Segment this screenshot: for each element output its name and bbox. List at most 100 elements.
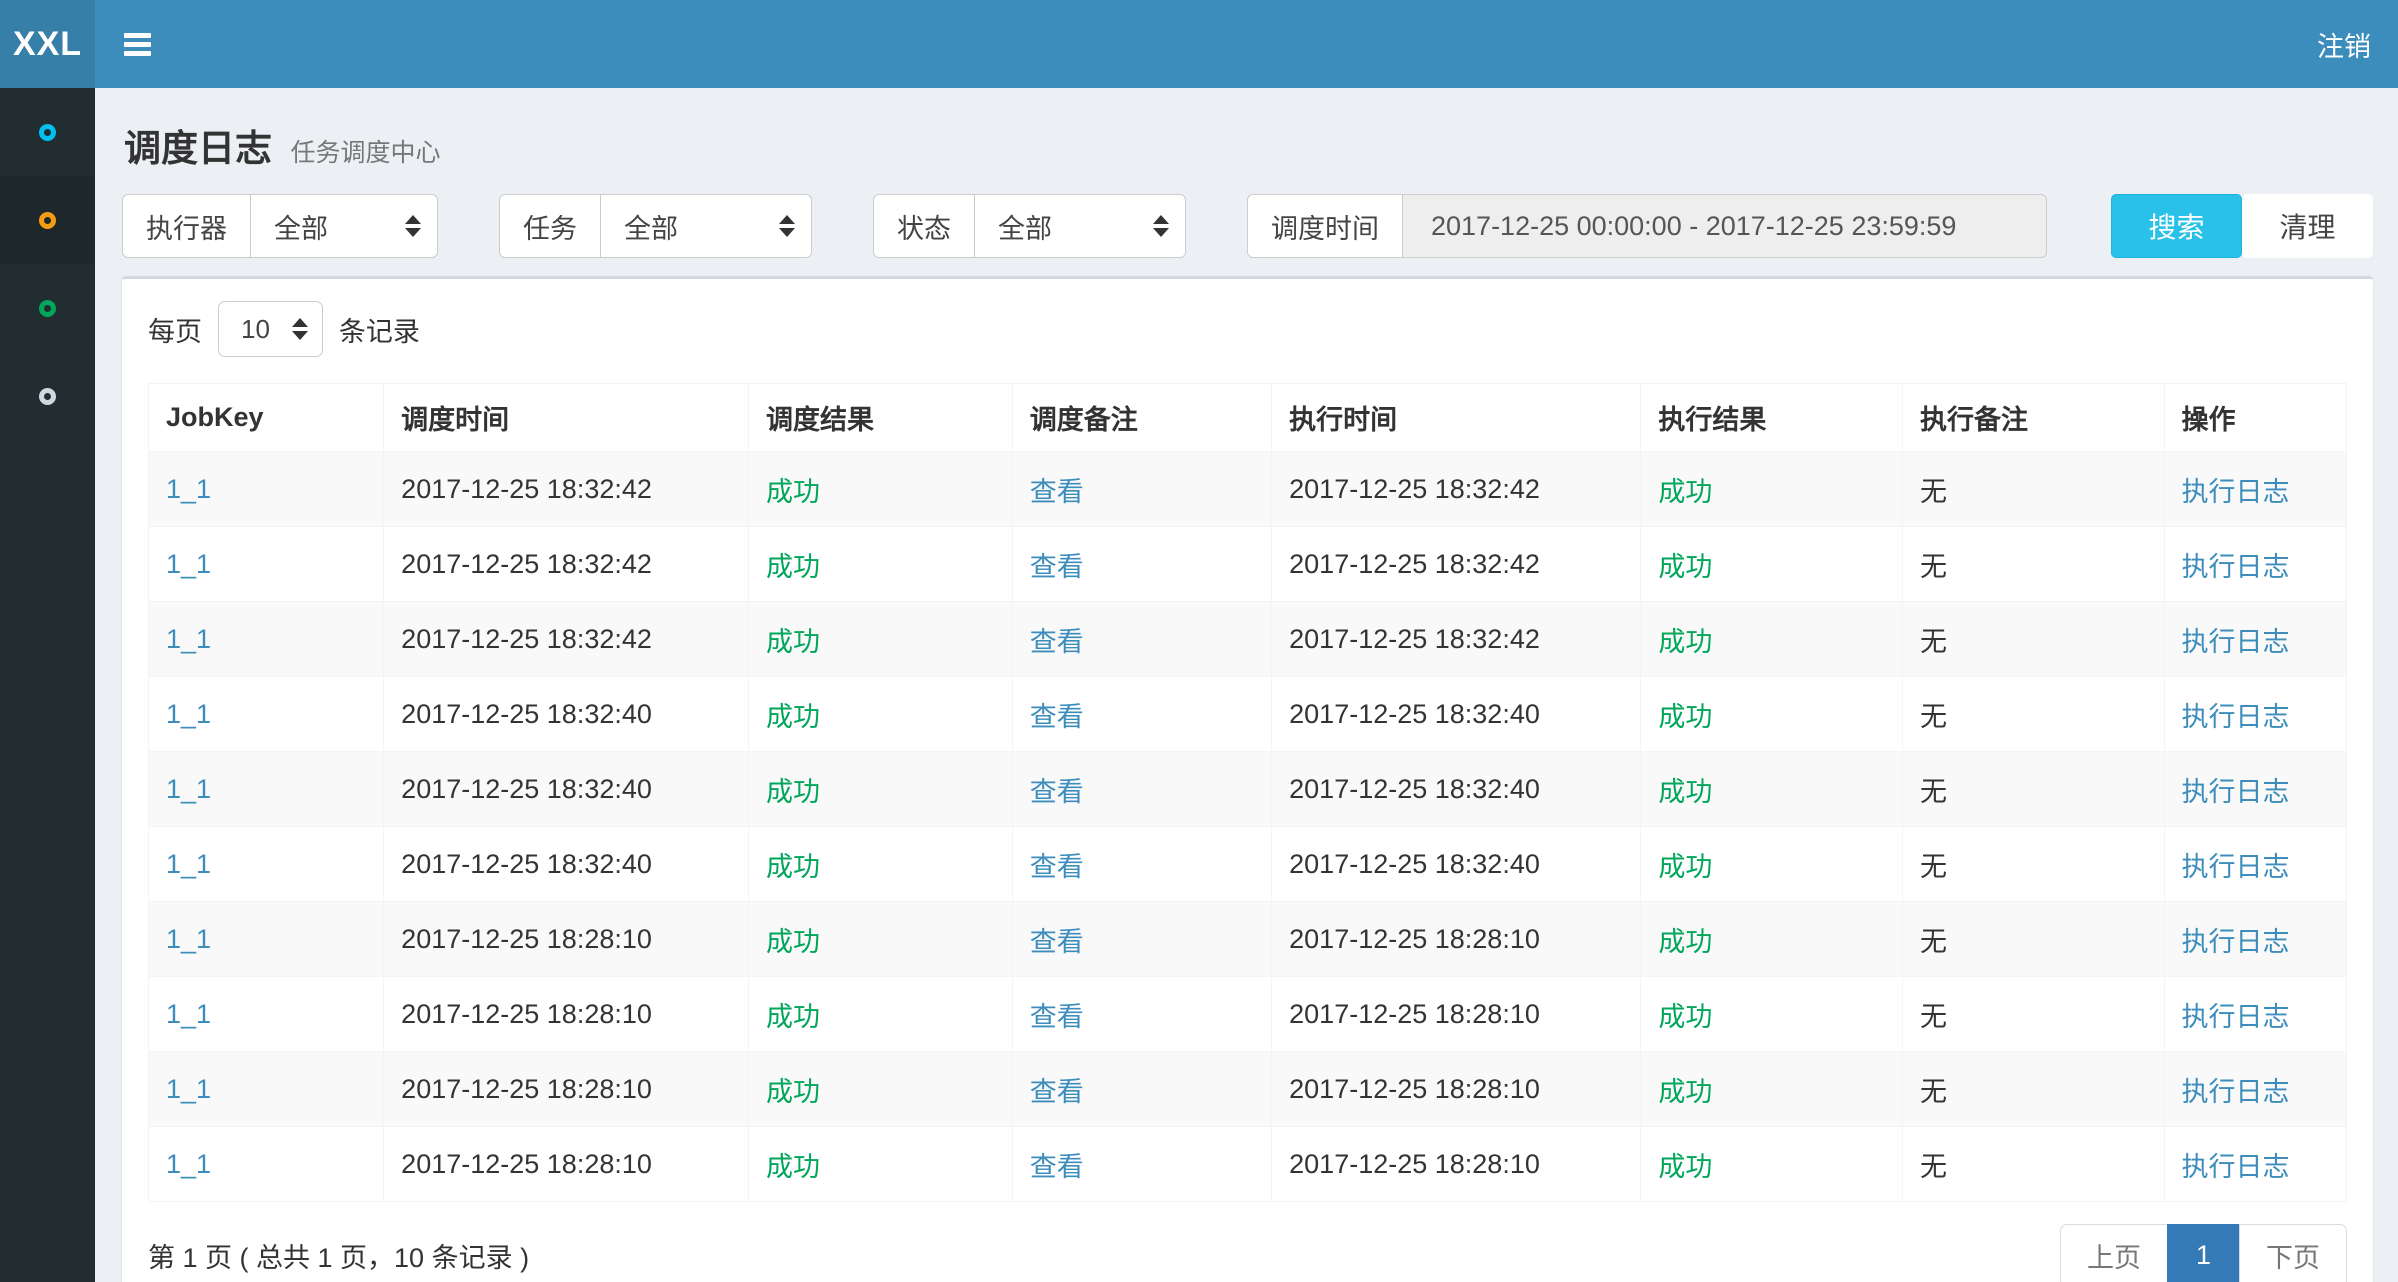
trigger-time-cell: 2017-12-25 18:28:10 <box>384 902 749 977</box>
handle-time-cell: 2017-12-25 18:32:40 <box>1272 827 1641 902</box>
table-row: 1_1 2017-12-25 18:32:42 成功 查看 2017-12-25… <box>149 602 2347 677</box>
view-trigger-msg-link[interactable]: 查看 <box>1030 1077 1084 1107</box>
job-select-value: 全部 <box>624 207 678 246</box>
select-arrows-icon <box>292 318 308 340</box>
table-row: 1_1 2017-12-25 18:32:40 成功 查看 2017-12-25… <box>149 677 2347 752</box>
execution-log-link[interactable]: 执行日志 <box>2182 477 2290 507</box>
trigger-result-cell: 成功 <box>749 1127 1013 1202</box>
time-filter-label: 调度时间 <box>1247 194 1403 258</box>
pagesize-select-value: 10 <box>241 314 270 345</box>
handle-msg-cell: 无 <box>1902 452 2164 527</box>
sidebar-item-3[interactable] <box>0 264 95 352</box>
logout-link[interactable]: 注销 <box>2317 25 2371 64</box>
jobkey-link[interactable]: 1_1 <box>166 1149 211 1179</box>
handle-time-cell: 2017-12-25 18:32:42 <box>1272 452 1641 527</box>
pagesize-prefix: 每页 <box>148 310 202 349</box>
jobkey-link[interactable]: 1_1 <box>166 624 211 654</box>
trigger-time-cell: 2017-12-25 18:32:40 <box>384 677 749 752</box>
jobkey-link[interactable]: 1_1 <box>166 549 211 579</box>
circle-o-icon <box>39 300 56 317</box>
column-header: 操作 <box>2164 384 2347 452</box>
trigger-time-cell: 2017-12-25 18:28:10 <box>384 1052 749 1127</box>
jobkey-link[interactable]: 1_1 <box>166 924 211 954</box>
status-filter-label: 状态 <box>873 194 975 258</box>
trigger-time-cell: 2017-12-25 18:32:40 <box>384 827 749 902</box>
execution-log-link[interactable]: 执行日志 <box>2182 552 2290 582</box>
execution-log-link[interactable]: 执行日志 <box>2182 702 2290 732</box>
handle-time-cell: 2017-12-25 18:32:42 <box>1272 527 1641 602</box>
handle-result-cell: 成功 <box>1641 1052 1903 1127</box>
view-trigger-msg-link[interactable]: 查看 <box>1030 1152 1084 1182</box>
execution-log-link[interactable]: 执行日志 <box>2182 627 2290 657</box>
table-row: 1_1 2017-12-25 18:28:10 成功 查看 2017-12-25… <box>149 977 2347 1052</box>
clear-button[interactable]: 清理 <box>2242 194 2373 258</box>
filter-toolbar: 执行器 全部 任务 全部 状态 全部 <box>122 194 2373 258</box>
trigger-time-cell: 2017-12-25 18:32:42 <box>384 452 749 527</box>
handle-result-cell: 成功 <box>1641 977 1903 1052</box>
execution-log-link[interactable]: 执行日志 <box>2182 1002 2290 1032</box>
view-trigger-msg-link[interactable]: 查看 <box>1030 552 1084 582</box>
execution-log-link[interactable]: 执行日志 <box>2182 777 2290 807</box>
jobkey-link[interactable]: 1_1 <box>166 1074 211 1104</box>
sidebar-item-1[interactable] <box>0 88 95 176</box>
jobkey-link[interactable]: 1_1 <box>166 699 211 729</box>
column-header: 执行结果 <box>1641 384 1903 452</box>
jobkey-link[interactable]: 1_1 <box>166 849 211 879</box>
column-header: 执行时间 <box>1272 384 1641 452</box>
trigger-result-cell: 成功 <box>749 452 1013 527</box>
view-trigger-msg-link[interactable]: 查看 <box>1030 777 1084 807</box>
handle-time-cell: 2017-12-25 18:32:42 <box>1272 602 1641 677</box>
view-trigger-msg-link[interactable]: 查看 <box>1030 852 1084 882</box>
view-trigger-msg-link[interactable]: 查看 <box>1030 702 1084 732</box>
column-header: 调度结果 <box>749 384 1013 452</box>
pagesize-suffix: 条记录 <box>339 310 420 349</box>
sidebar-toggle-icon[interactable] <box>124 29 151 60</box>
handle-result-cell: 成功 <box>1641 902 1903 977</box>
sidebar-item-2[interactable] <box>0 176 95 264</box>
trigger-time-cell: 2017-12-25 18:32:40 <box>384 752 749 827</box>
trigger-result-cell: 成功 <box>749 827 1013 902</box>
view-trigger-msg-link[interactable]: 查看 <box>1030 927 1084 957</box>
execution-log-link[interactable]: 执行日志 <box>2182 1077 2290 1107</box>
job-filter-label: 任务 <box>499 194 601 258</box>
trigger-result-cell: 成功 <box>749 977 1013 1052</box>
table-row: 1_1 2017-12-25 18:28:10 成功 查看 2017-12-25… <box>149 1127 2347 1202</box>
handle-msg-cell: 无 <box>1902 1052 2164 1127</box>
status-select[interactable]: 全部 <box>974 194 1186 258</box>
time-range-input[interactable] <box>1402 194 2047 258</box>
log-box: 每页 10 条记录 JobKey调度时间调度结果调度备注执行时间执行结果执行备注… <box>122 276 2373 1282</box>
handle-time-cell: 2017-12-25 18:28:10 <box>1272 1127 1641 1202</box>
handle-msg-cell: 无 <box>1902 1127 2164 1202</box>
column-header: 调度时间 <box>384 384 749 452</box>
current-page-button[interactable]: 1 <box>2167 1224 2240 1282</box>
search-button[interactable]: 搜索 <box>2111 194 2242 258</box>
page-info: 第 1 页 ( 总共 1 页，10 条记录 ) <box>148 1236 529 1275</box>
handle-msg-cell: 无 <box>1902 827 2164 902</box>
table-row: 1_1 2017-12-25 18:32:40 成功 查看 2017-12-25… <box>149 752 2347 827</box>
view-trigger-msg-link[interactable]: 查看 <box>1030 477 1084 507</box>
trigger-result-cell: 成功 <box>749 527 1013 602</box>
table-footer: 第 1 页 ( 总共 1 页，10 条记录 ) 上页 1 下页 <box>148 1224 2347 1282</box>
pagesize-row: 每页 10 条记录 <box>148 301 2347 357</box>
trigger-result-cell: 成功 <box>749 752 1013 827</box>
execution-log-link[interactable]: 执行日志 <box>2182 1152 2290 1182</box>
execution-log-link[interactable]: 执行日志 <box>2182 852 2290 882</box>
job-select[interactable]: 全部 <box>600 194 812 258</box>
sidebar-item-4[interactable] <box>0 352 95 440</box>
jobkey-link[interactable]: 1_1 <box>166 999 211 1029</box>
pagesize-select[interactable]: 10 <box>218 301 323 357</box>
executor-select-value: 全部 <box>274 207 328 246</box>
view-trigger-msg-link[interactable]: 查看 <box>1030 1002 1084 1032</box>
jobkey-link[interactable]: 1_1 <box>166 774 211 804</box>
handle-time-cell: 2017-12-25 18:32:40 <box>1272 752 1641 827</box>
jobkey-link[interactable]: 1_1 <box>166 474 211 504</box>
app-logo[interactable]: XXL <box>0 0 95 88</box>
handle-result-cell: 成功 <box>1641 752 1903 827</box>
view-trigger-msg-link[interactable]: 查看 <box>1030 627 1084 657</box>
page-title: 调度日志 <box>124 128 272 169</box>
executor-select[interactable]: 全部 <box>250 194 438 258</box>
execution-log-link[interactable]: 执行日志 <box>2182 927 2290 957</box>
prev-page-button[interactable]: 上页 <box>2060 1224 2168 1282</box>
next-page-button[interactable]: 下页 <box>2239 1224 2347 1282</box>
trigger-result-cell: 成功 <box>749 602 1013 677</box>
